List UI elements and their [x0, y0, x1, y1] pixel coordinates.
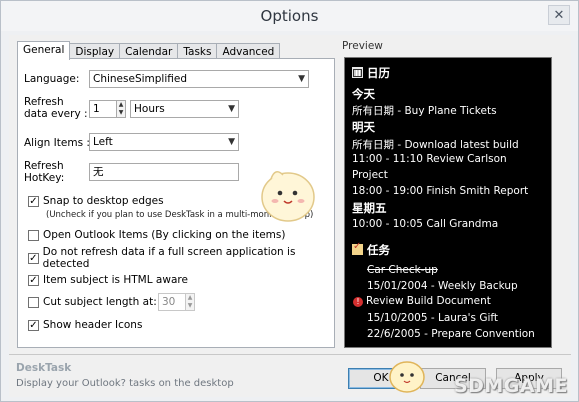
task-item: 15/10/2005 - Laura's Gift	[367, 312, 499, 324]
refresh-label-line1: Refresh	[24, 96, 64, 108]
calendar-header-text: 日历	[367, 66, 390, 80]
html-aware-checkbox[interactable]: ✓	[28, 274, 39, 286]
task-item-high-priority: ! Review Build Document	[353, 295, 491, 307]
day-heading-tomorrow: 明天	[352, 120, 375, 134]
task-checklist-icon	[352, 241, 363, 255]
language-select[interactable]: ChineseSimplified ▼	[89, 70, 309, 88]
day-heading-weekday: 星期五	[352, 201, 387, 215]
refresh-label-line2: data every :	[24, 108, 88, 120]
mascot-watermark-small	[389, 361, 425, 393]
open-outlook-checkbox-row[interactable]: Open Outlook Items (By clicking on the i…	[28, 228, 285, 242]
align-value: Left	[93, 136, 113, 148]
calendar-icon	[352, 67, 363, 78]
cut-subject-length-input[interactable]: 30	[158, 293, 186, 311]
align-label: Align Items :	[24, 137, 90, 149]
calendar-item: 所有日期 - Buy Plane Tickets	[352, 105, 497, 117]
language-value: ChineseSimplified	[93, 73, 187, 85]
preview-label: Preview	[342, 40, 383, 52]
calendar-item: 10:00 - 10:05 Call Grandma	[352, 218, 499, 230]
mascot-watermark-image	[261, 171, 315, 222]
cut-subject-length-spinner[interactable]: ▲ ▼	[185, 293, 195, 311]
snap-checkbox-row[interactable]: ✓ Snap to desktop edges	[28, 194, 164, 208]
calendar-item: 11:00 - 11:10 Review Carlson	[352, 153, 507, 165]
no-refresh-checkbox[interactable]: ✓	[28, 252, 39, 264]
task-item-completed: Car Check-up	[367, 264, 438, 276]
close-button[interactable]: ✕	[548, 5, 570, 25]
cut-subject-checkbox-row[interactable]: Cut subject length at:	[28, 295, 157, 309]
app-name: DeskTask	[16, 362, 72, 374]
hotkey-label-line2: HotKey:	[24, 172, 65, 184]
task-item: 15/01/2004 - Weekly Backup	[367, 280, 518, 292]
calendar-section-header: 日历	[352, 65, 390, 81]
day-heading-today: 今天	[352, 87, 375, 101]
calendar-item: 所有日期 - Download latest build	[352, 139, 519, 151]
no-refresh-checkbox-row[interactable]: ✓ Do not refresh data if a full screen a…	[28, 246, 334, 270]
hotkey-input[interactable]: 无	[89, 163, 239, 181]
refresh-unit-select[interactable]: Hours ▼	[130, 100, 239, 118]
refresh-interval-spinner[interactable]: ▲ ▼	[116, 100, 126, 118]
show-header-icons-label: Show header Icons	[43, 319, 143, 331]
chevron-down-icon: ▼	[228, 137, 235, 147]
cut-subject-checkbox[interactable]	[28, 296, 39, 308]
open-outlook-label: Open Outlook Items (By clicking on the i…	[43, 229, 286, 241]
refresh-interval-input[interactable]: 1	[89, 100, 117, 118]
refresh-unit-value: Hours	[134, 103, 165, 115]
title-bar: Options ✕	[1, 1, 578, 31]
app-description: Display your Outlook? tasks on the deskt…	[16, 378, 234, 389]
tasks-header-text: 任务	[367, 243, 390, 257]
chevron-down-icon: ▼	[228, 104, 235, 114]
tab-strip: General Display Calendar Tasks Advanced	[17, 41, 281, 60]
no-refresh-label: Do not refresh data if a full screen app…	[42, 246, 296, 270]
task-item-text: Review Build Document	[366, 295, 491, 307]
site-watermark: SDMGAME	[453, 375, 568, 397]
options-window: Options ✕ General Display Calendar Tasks…	[0, 0, 579, 402]
high-priority-icon: !	[353, 297, 363, 307]
tasks-section-header: 任务	[352, 241, 390, 258]
show-header-icons-checkbox[interactable]: ✓	[28, 319, 39, 331]
calendar-item: 18:00 - 19:00 Finish Smith Report	[352, 185, 529, 197]
snap-checkbox[interactable]: ✓	[28, 195, 39, 207]
window-title: Options	[260, 7, 319, 25]
html-aware-checkbox-row[interactable]: ✓ Item subject is HTML aware	[28, 273, 188, 287]
open-outlook-checkbox[interactable]	[28, 229, 39, 241]
show-header-icons-checkbox-row[interactable]: ✓ Show header Icons	[28, 318, 142, 332]
chevron-down-icon: ▼	[298, 74, 305, 84]
preview-pane: 日历 今天 所有日期 - Buy Plane Tickets 明天 所有日期 -…	[344, 57, 552, 348]
language-label: Language:	[24, 73, 80, 85]
tab-general[interactable]: General	[17, 41, 71, 60]
cut-subject-label: Cut subject length at:	[43, 296, 157, 308]
task-item: 22/6/2005 - Prepare Convention	[367, 328, 535, 340]
snap-label: Snap to desktop edges	[43, 195, 164, 207]
html-aware-label: Item subject is HTML aware	[43, 274, 188, 286]
hotkey-label-line1: Refresh	[24, 160, 64, 172]
calendar-item-continuation: Project	[352, 169, 388, 181]
footer-divider	[9, 354, 571, 355]
align-select[interactable]: Left ▼	[89, 133, 239, 151]
